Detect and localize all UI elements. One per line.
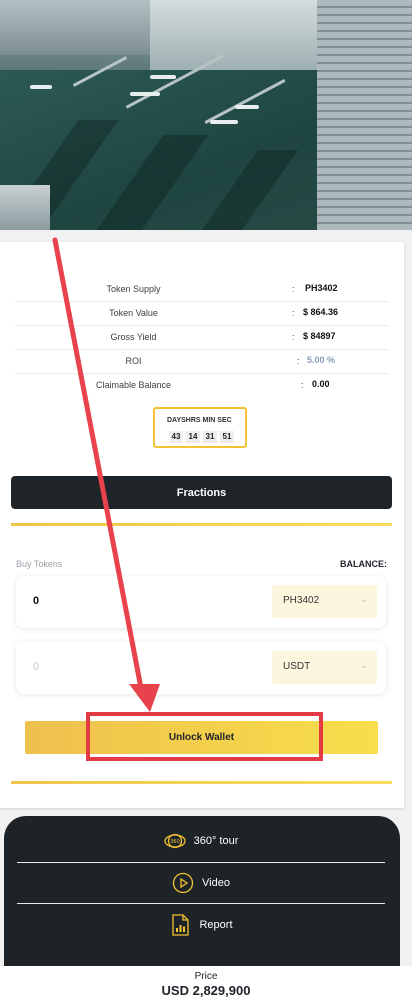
menu-item-video[interactable]: Video xyxy=(17,862,385,903)
token-value-value: $ 864.36 xyxy=(303,307,339,317)
roi-label: ROI xyxy=(125,356,142,366)
currency-select[interactable]: USDT ⌄ xyxy=(272,651,377,684)
price-value: USD 2,829,900 xyxy=(161,983,251,998)
price-section: Price USD 2,829,900 xyxy=(0,966,412,1003)
price-label: Price xyxy=(194,971,218,982)
menu-item-label: Video xyxy=(202,876,230,889)
building-cluster xyxy=(0,0,150,55)
buy-tokens-label: Buy Tokens xyxy=(16,559,63,569)
timer-minutes: 31 xyxy=(203,431,217,443)
balance-label: BALANCE: xyxy=(340,559,387,569)
row-claimable-balance: Claimable Balance : 0.00 xyxy=(15,374,389,397)
currency-select-value: USDT xyxy=(283,661,311,672)
row-roi: ROI : 5.00 % xyxy=(15,350,389,374)
menu-item-360-tour[interactable]: 360 360° tour xyxy=(17,820,385,861)
360-tour-icon: 360 xyxy=(163,830,186,852)
tower-building xyxy=(317,0,412,230)
timer-hours: 14 xyxy=(186,431,200,443)
colon: : xyxy=(292,332,295,342)
colon: : xyxy=(297,356,300,366)
token-select-value: PH3402 xyxy=(283,595,320,606)
token-supply-label: Token Supply xyxy=(106,284,161,294)
timer-seconds: 51 xyxy=(220,431,234,443)
colon: : xyxy=(301,380,304,390)
boat xyxy=(235,105,259,109)
timer-days: 43 xyxy=(169,431,183,443)
building-cluster xyxy=(150,0,325,70)
play-icon xyxy=(172,872,194,894)
row-token-value: Token Value : $ 864.36 xyxy=(15,302,389,326)
fractions-button[interactable]: Fractions xyxy=(11,476,392,509)
property-hero-image xyxy=(0,0,412,230)
claimable-balance-label: Claimable Balance xyxy=(95,380,172,390)
chevron-down-icon: ⌄ xyxy=(360,594,368,604)
boat xyxy=(130,92,160,96)
claimable-balance-value: 0.00 xyxy=(312,379,330,389)
row-gross-yield: Gross Yield : $ 84897 xyxy=(15,326,389,350)
gold-divider xyxy=(11,523,392,526)
roi-value: 5.00 % xyxy=(307,355,336,365)
usdt-amount-field[interactable]: 0 USDT ⌄ xyxy=(16,642,386,694)
menu-item-label: Report xyxy=(199,918,233,931)
token-info-table: Token Supply : PH3402 Token Value : $ 86… xyxy=(15,278,389,397)
boat xyxy=(150,75,176,79)
report-icon xyxy=(169,913,191,936)
token-value-label: Token Value xyxy=(109,308,158,318)
row-token-supply: Token Supply : PH3402 xyxy=(15,278,389,302)
token-select[interactable]: PH3402 ⌄ xyxy=(272,585,377,618)
gross-yield-label: Gross Yield xyxy=(110,332,157,342)
chevron-down-icon: ⌄ xyxy=(360,660,368,670)
colon: : xyxy=(292,308,295,318)
colon: : xyxy=(292,284,295,294)
gross-yield-value: $ 84897 xyxy=(303,331,336,341)
token-amount-input[interactable]: 0 xyxy=(33,595,39,607)
annotation-highlight-box xyxy=(86,712,323,761)
building-left xyxy=(0,185,50,230)
token-amount-field[interactable]: 0 PH3402 ⌄ xyxy=(16,576,386,628)
countdown-timer: DAYSHRS MIN SEC 43 14 31 51 xyxy=(153,407,247,448)
boat xyxy=(30,85,52,89)
timer-headings: DAYSHRS MIN SEC xyxy=(167,417,232,424)
gold-divider xyxy=(11,781,392,784)
token-supply-value: PH3402 xyxy=(305,283,338,293)
menu-item-report[interactable]: Report xyxy=(17,904,385,945)
usdt-amount-input[interactable]: 0 xyxy=(33,661,39,673)
svg-text:360: 360 xyxy=(170,839,180,845)
menu-item-label: 360° tour xyxy=(193,834,239,847)
boat xyxy=(210,120,238,124)
